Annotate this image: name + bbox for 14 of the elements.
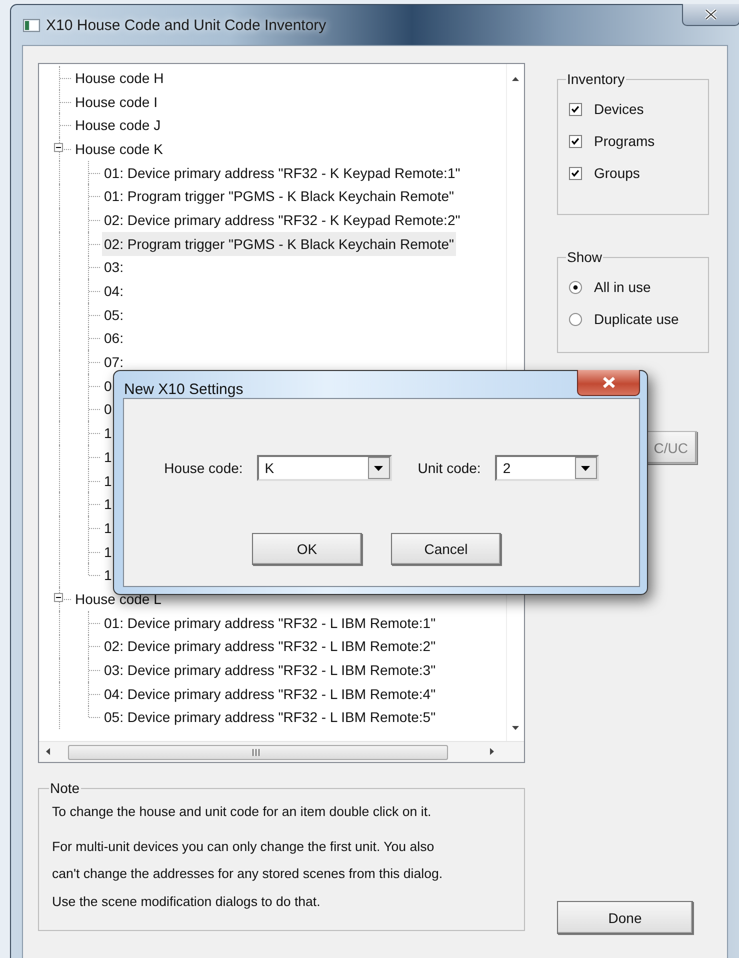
window-title: X10 House Code and Unit Code Inventory [46, 16, 326, 34]
radio-label: Duplicate use [594, 311, 679, 327]
dialog-title: New X10 Settings [124, 381, 244, 398]
field-label: House code: [164, 460, 243, 476]
field-label: Unit code: [418, 460, 481, 476]
checkbox-label: Programs [594, 133, 655, 149]
note-text: To change the house and unit code for an item double click on it. [52, 803, 432, 821]
checkbox-label: Devices [594, 101, 644, 117]
radio-label: All in use [594, 279, 651, 295]
checkbox-label: Groups [594, 165, 640, 181]
group-title: Note [49, 780, 81, 796]
group-title: Inventory [566, 71, 626, 87]
note-text: For multi-unit devices you can only change the first unit. You also can't change the addresses for any stored scenes from this dialog. Use the scene modification dialogs to do that. [52, 838, 444, 911]
group-title: Show [566, 249, 604, 265]
